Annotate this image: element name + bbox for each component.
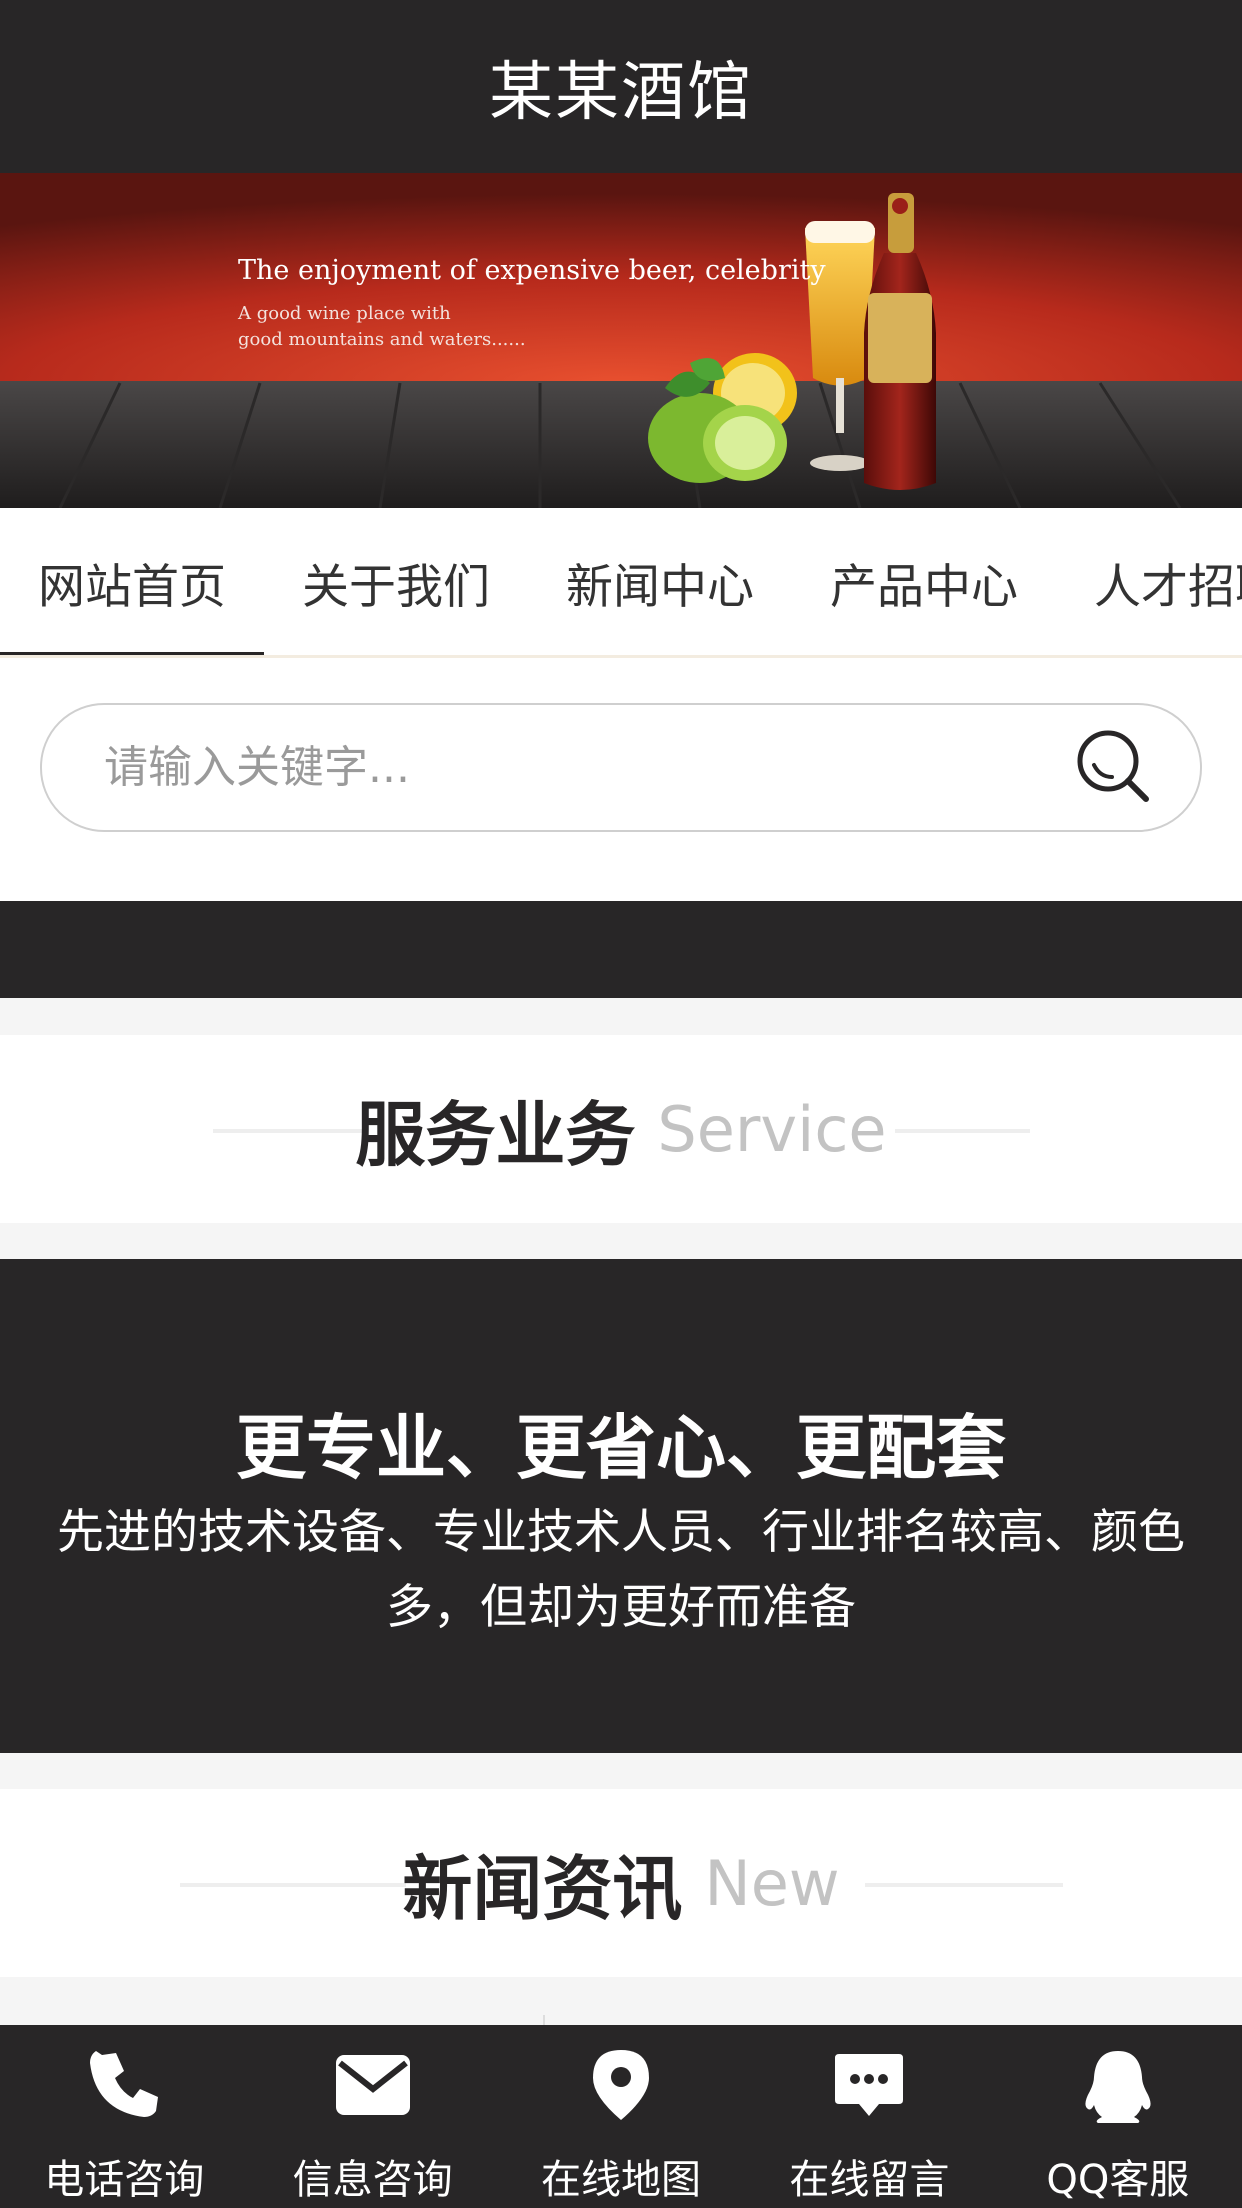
bottom-item-map-label: 在线地图: [541, 2157, 702, 2203]
service-section-title: 服务业务 Service: [0, 1035, 1242, 1223]
banner-subline-1: A good wine place with: [238, 303, 451, 324]
bottom-item-qq-label: QQ客服: [1046, 2157, 1190, 2203]
news-title-en: New: [704, 1846, 840, 1920]
section-gap: [0, 1223, 1242, 1259]
bottom-action-bar: 电话咨询 信息咨询 在线地图 在线留言 QQ客服: [0, 2025, 1242, 2208]
mail-icon: [333, 2045, 413, 2125]
search-icon[interactable]: [1072, 725, 1156, 809]
bottom-item-comment-label: 在线留言: [789, 2157, 950, 2203]
chat-icon: [829, 2045, 909, 2125]
bottom-item-map[interactable]: 在线地图: [497, 2025, 745, 2208]
main-nav: 网站首页 关于我们 新闻中心 产品中心 人才招聘: [0, 508, 1242, 658]
nav-item-home[interactable]: 网站首页: [0, 508, 264, 655]
nav-item-about[interactable]: 关于我们: [264, 508, 528, 655]
phone-icon: [84, 2045, 164, 2125]
bottom-item-qq[interactable]: QQ客服: [994, 2025, 1242, 2208]
bottom-item-comment[interactable]: 在线留言: [745, 2025, 993, 2208]
nav-item-careers[interactable]: 人才招聘: [1056, 508, 1242, 655]
banner-illustration: [0, 173, 1242, 508]
promo-block: 更专业、更省心、更配套 先进的技术设备、专业技术人员、行业排名较高、颜色多，但却…: [0, 1259, 1242, 1753]
promo-text: 先进的技术设备、专业技术人员、行业排名较高、颜色多，但却为更好而准备: [57, 1505, 1185, 1635]
bottom-item-phone-label: 电话咨询: [44, 2157, 205, 2203]
nav-item-news[interactable]: 新闻中心: [528, 508, 792, 655]
news-section-title: 新闻资讯 New: [0, 1789, 1242, 1977]
bottom-item-phone[interactable]: 电话咨询: [0, 2025, 248, 2208]
section-gap: [0, 1977, 1242, 2025]
search-section: [0, 658, 1242, 901]
section-gap: [0, 1753, 1242, 1789]
map-pin-icon: [581, 2045, 661, 2125]
news-title-cn: 新闻资讯: [402, 1847, 683, 1930]
banner-headline: The enjoyment of expensive beer, celebri…: [238, 255, 826, 286]
service-title-en: Service: [657, 1092, 887, 1166]
search-box: [40, 703, 1202, 832]
search-input[interactable]: [104, 742, 1004, 793]
dark-divider-band: [0, 901, 1242, 998]
section-gap: [0, 998, 1242, 1035]
site-title: 某某酒馆: [489, 55, 753, 130]
qq-icon: [1078, 2045, 1158, 2125]
bottom-item-message-label: 信息咨询: [292, 2157, 453, 2203]
hero-banner[interactable]: The enjoyment of expensive beer, celebri…: [0, 173, 1242, 508]
bottom-item-message[interactable]: 信息咨询: [248, 2025, 496, 2208]
nav-item-products[interactable]: 产品中心: [792, 508, 1056, 655]
banner-subline-2: good mountains and waters......: [238, 329, 526, 350]
promo-title: 更专业、更省心、更配套: [236, 1407, 1006, 1489]
top-header: 某某酒馆: [0, 0, 1242, 173]
service-title-cn: 服务业务: [355, 1093, 636, 1176]
nav-track: 网站首页 关于我们 新闻中心 产品中心 人才招聘: [0, 508, 1242, 655]
